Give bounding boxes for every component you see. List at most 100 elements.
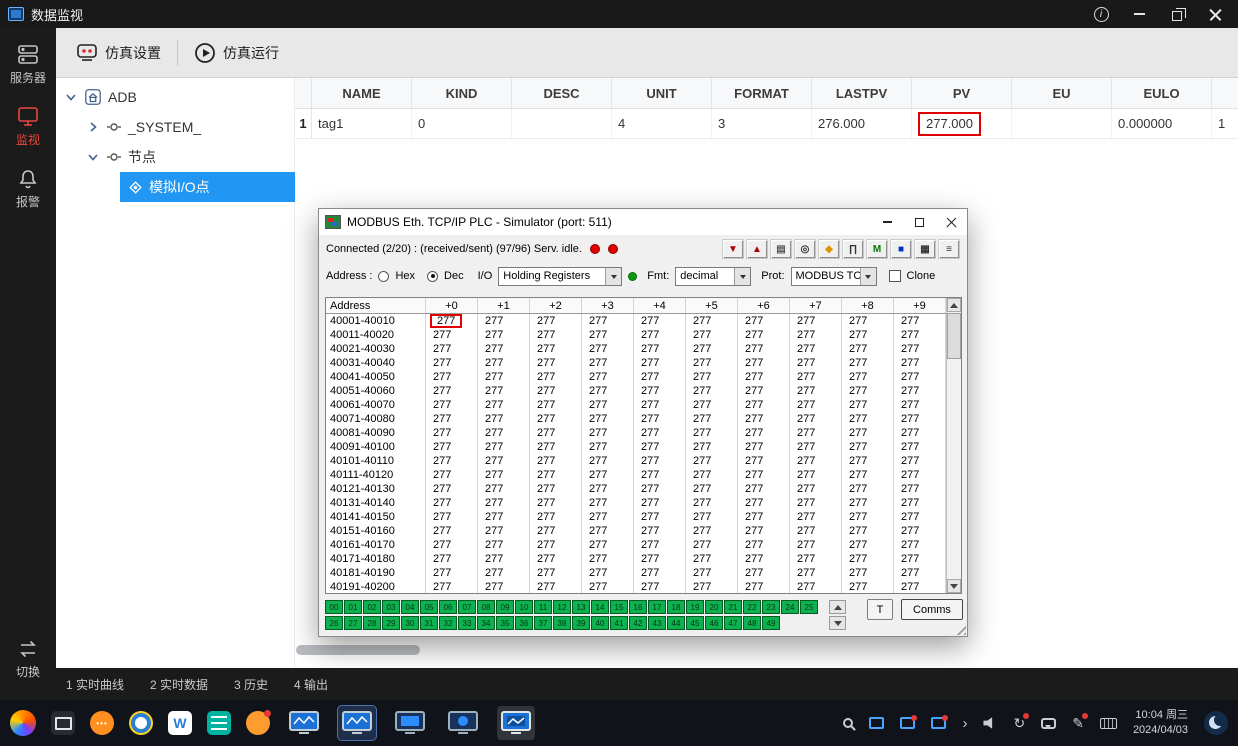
modbus-grid-cell[interactable]: 277 bbox=[478, 342, 530, 356]
modbus-grid-cell[interactable]: 277 bbox=[790, 314, 842, 328]
export-registers-icon-button[interactable]: ▲ bbox=[746, 239, 768, 259]
table-column-header[interactable]: PV bbox=[912, 78, 1012, 108]
station-led[interactable]: 45 bbox=[686, 616, 704, 630]
modbus-minimize-button[interactable] bbox=[871, 209, 903, 235]
modbus-grid-cell[interactable]: 277 bbox=[634, 412, 686, 426]
modbus-close-button[interactable] bbox=[935, 209, 967, 235]
clone-checkbox-label[interactable]: Clone bbox=[907, 270, 936, 282]
format-select[interactable]: decimal bbox=[675, 267, 751, 286]
modbus-grid-cell[interactable]: 277 bbox=[686, 580, 738, 594]
station-led[interactable]: 36 bbox=[515, 616, 533, 630]
table-column-header[interactable]: EU bbox=[1012, 78, 1112, 108]
modbus-grid-cell[interactable]: 277 bbox=[790, 440, 842, 454]
modbus-grid-cell[interactable]: 277 bbox=[738, 510, 790, 524]
browser-app-icon[interactable] bbox=[129, 711, 153, 735]
table-row[interactable]: 1tag1043276.000277.0000.0000001 bbox=[295, 109, 1238, 139]
modbus-grid-cell[interactable]: 277 bbox=[894, 468, 946, 482]
scada-monitor-app-icon[interactable] bbox=[338, 706, 376, 740]
table-column-header[interactable]: DESC bbox=[512, 78, 612, 108]
scroll-down-icon[interactable] bbox=[947, 579, 961, 593]
modbus-grid-cell[interactable]: 277 bbox=[426, 412, 478, 426]
modbus-grid-cell[interactable]: 277 bbox=[686, 538, 738, 552]
modbus-grid-cell[interactable]: 277 bbox=[478, 496, 530, 510]
modbus-grid-cell[interactable]: 277 bbox=[426, 468, 478, 482]
station-led[interactable]: 42 bbox=[629, 616, 647, 630]
modbus-grid-cell[interactable]: 277 bbox=[790, 524, 842, 538]
comms-button[interactable]: Comms bbox=[901, 599, 963, 620]
station-led[interactable]: 32 bbox=[439, 616, 457, 630]
modbus-grid-cell[interactable]: 277 bbox=[790, 538, 842, 552]
modbus-grid-cell[interactable]: 277 bbox=[530, 426, 582, 440]
modbus-grid-cell[interactable]: 277 bbox=[894, 566, 946, 580]
station-led[interactable]: 15 bbox=[610, 600, 628, 614]
modbus-grid-cell[interactable]: 277 bbox=[686, 510, 738, 524]
modbus-grid-cell[interactable]: 277 bbox=[738, 370, 790, 384]
station-led[interactable]: 47 bbox=[724, 616, 742, 630]
station-led[interactable]: 22 bbox=[743, 600, 761, 614]
modbus-grid-cell[interactable]: 277 bbox=[790, 328, 842, 342]
modbus-grid-cell[interactable]: 277 bbox=[530, 356, 582, 370]
modbus-grid-cell[interactable]: 277 bbox=[478, 356, 530, 370]
station-led[interactable]: 18 bbox=[667, 600, 685, 614]
modbus-grid-cell[interactable]: 277 bbox=[426, 538, 478, 552]
modbus-grid-cell[interactable]: 277 bbox=[634, 538, 686, 552]
modbus-grid-cell[interactable]: 277 bbox=[634, 384, 686, 398]
modbus-grid-cell[interactable]: 277 bbox=[634, 328, 686, 342]
modbus-grid-cell[interactable]: 277 bbox=[894, 328, 946, 342]
modbus-grid-cell[interactable]: 277 bbox=[686, 370, 738, 384]
sidebar-item-server[interactable]: 服务器 bbox=[0, 34, 56, 96]
modbus-grid-cell[interactable]: 277 bbox=[426, 328, 478, 342]
modbus-grid-cell[interactable]: 277 bbox=[426, 566, 478, 580]
modbus-grid-cell[interactable]: 277 bbox=[426, 454, 478, 468]
modbus-grid-cell[interactable]: 277 bbox=[894, 384, 946, 398]
station-led[interactable]: 05 bbox=[420, 600, 438, 614]
modbus-grid-cell[interactable]: 277 bbox=[842, 384, 894, 398]
comms-view-icon-button[interactable]: ◎ bbox=[794, 239, 816, 259]
modbus-grid-cell[interactable]: 277 bbox=[790, 496, 842, 510]
station-led[interactable]: 49 bbox=[762, 616, 780, 630]
modbus-grid-cell[interactable]: 277 bbox=[894, 356, 946, 370]
modbus-grid-cell[interactable]: 277 bbox=[530, 482, 582, 496]
modbus-grid-cell[interactable]: 277 bbox=[426, 524, 478, 538]
sidebar-item-switch[interactable]: 切换 bbox=[0, 628, 56, 690]
modbus-grid-cell[interactable]: 277 bbox=[738, 482, 790, 496]
modbus-grid-cell[interactable]: 277 bbox=[530, 580, 582, 594]
table-cell[interactable]: 1 bbox=[1212, 109, 1238, 138]
tray-monitor-alert-icon[interactable] bbox=[900, 717, 915, 729]
modbus-grid-cell[interactable]: 277 bbox=[790, 342, 842, 356]
table-column-header[interactable]: LASTPV bbox=[812, 78, 912, 108]
modbus-grid-cell[interactable]: 277 bbox=[842, 328, 894, 342]
scada-config-app-icon[interactable] bbox=[391, 706, 429, 740]
modbus-grid-cell[interactable]: 277 bbox=[842, 370, 894, 384]
modbus-grid-cell[interactable]: 277 bbox=[738, 384, 790, 398]
print-icon-button[interactable]: ▤ bbox=[770, 239, 792, 259]
close-button[interactable] bbox=[1206, 5, 1224, 23]
modbus-grid-cell[interactable]: 277 bbox=[634, 426, 686, 440]
modbus-grid-cell[interactable]: 277 bbox=[478, 566, 530, 580]
station-led[interactable]: 16 bbox=[629, 600, 647, 614]
station-led[interactable]: 25 bbox=[800, 600, 818, 614]
modbus-grid-cell[interactable]: 277 bbox=[738, 538, 790, 552]
modbus-grid-cell[interactable]: 277 bbox=[530, 370, 582, 384]
modbus-grid-cell[interactable]: 277 bbox=[426, 356, 478, 370]
modbus-grid-cell[interactable]: 277 bbox=[738, 566, 790, 580]
modbus-grid-cell[interactable]: 277 bbox=[582, 552, 634, 566]
station-led[interactable]: 03 bbox=[382, 600, 400, 614]
tree-item-system[interactable]: _SYSTEM_ bbox=[56, 112, 294, 142]
keyboard-icon[interactable] bbox=[1100, 718, 1117, 729]
modbus-grid-cell[interactable]: 277 bbox=[426, 370, 478, 384]
modbus-grid-cell[interactable]: 277 bbox=[582, 384, 634, 398]
modbus-grid-cell[interactable]: 277 bbox=[790, 384, 842, 398]
modbus-grid-cell[interactable]: 277 bbox=[738, 468, 790, 482]
modbus-grid-cell[interactable]: 277 bbox=[894, 440, 946, 454]
modbus-grid-cell[interactable]: 277 bbox=[582, 370, 634, 384]
modbus-grid-cell[interactable]: 277 bbox=[686, 566, 738, 580]
modbus-grid-cell[interactable]: 277 bbox=[790, 468, 842, 482]
window-titlebar[interactable]: 数据监视 bbox=[0, 0, 1238, 28]
modbus-grid-cell[interactable]: 277 bbox=[686, 468, 738, 482]
modbus-grid-cell[interactable]: 277 bbox=[582, 328, 634, 342]
station-led[interactable]: 41 bbox=[610, 616, 628, 630]
station-led[interactable]: 12 bbox=[553, 600, 571, 614]
station-led[interactable]: 31 bbox=[420, 616, 438, 630]
chat-icon[interactable] bbox=[1041, 718, 1056, 729]
